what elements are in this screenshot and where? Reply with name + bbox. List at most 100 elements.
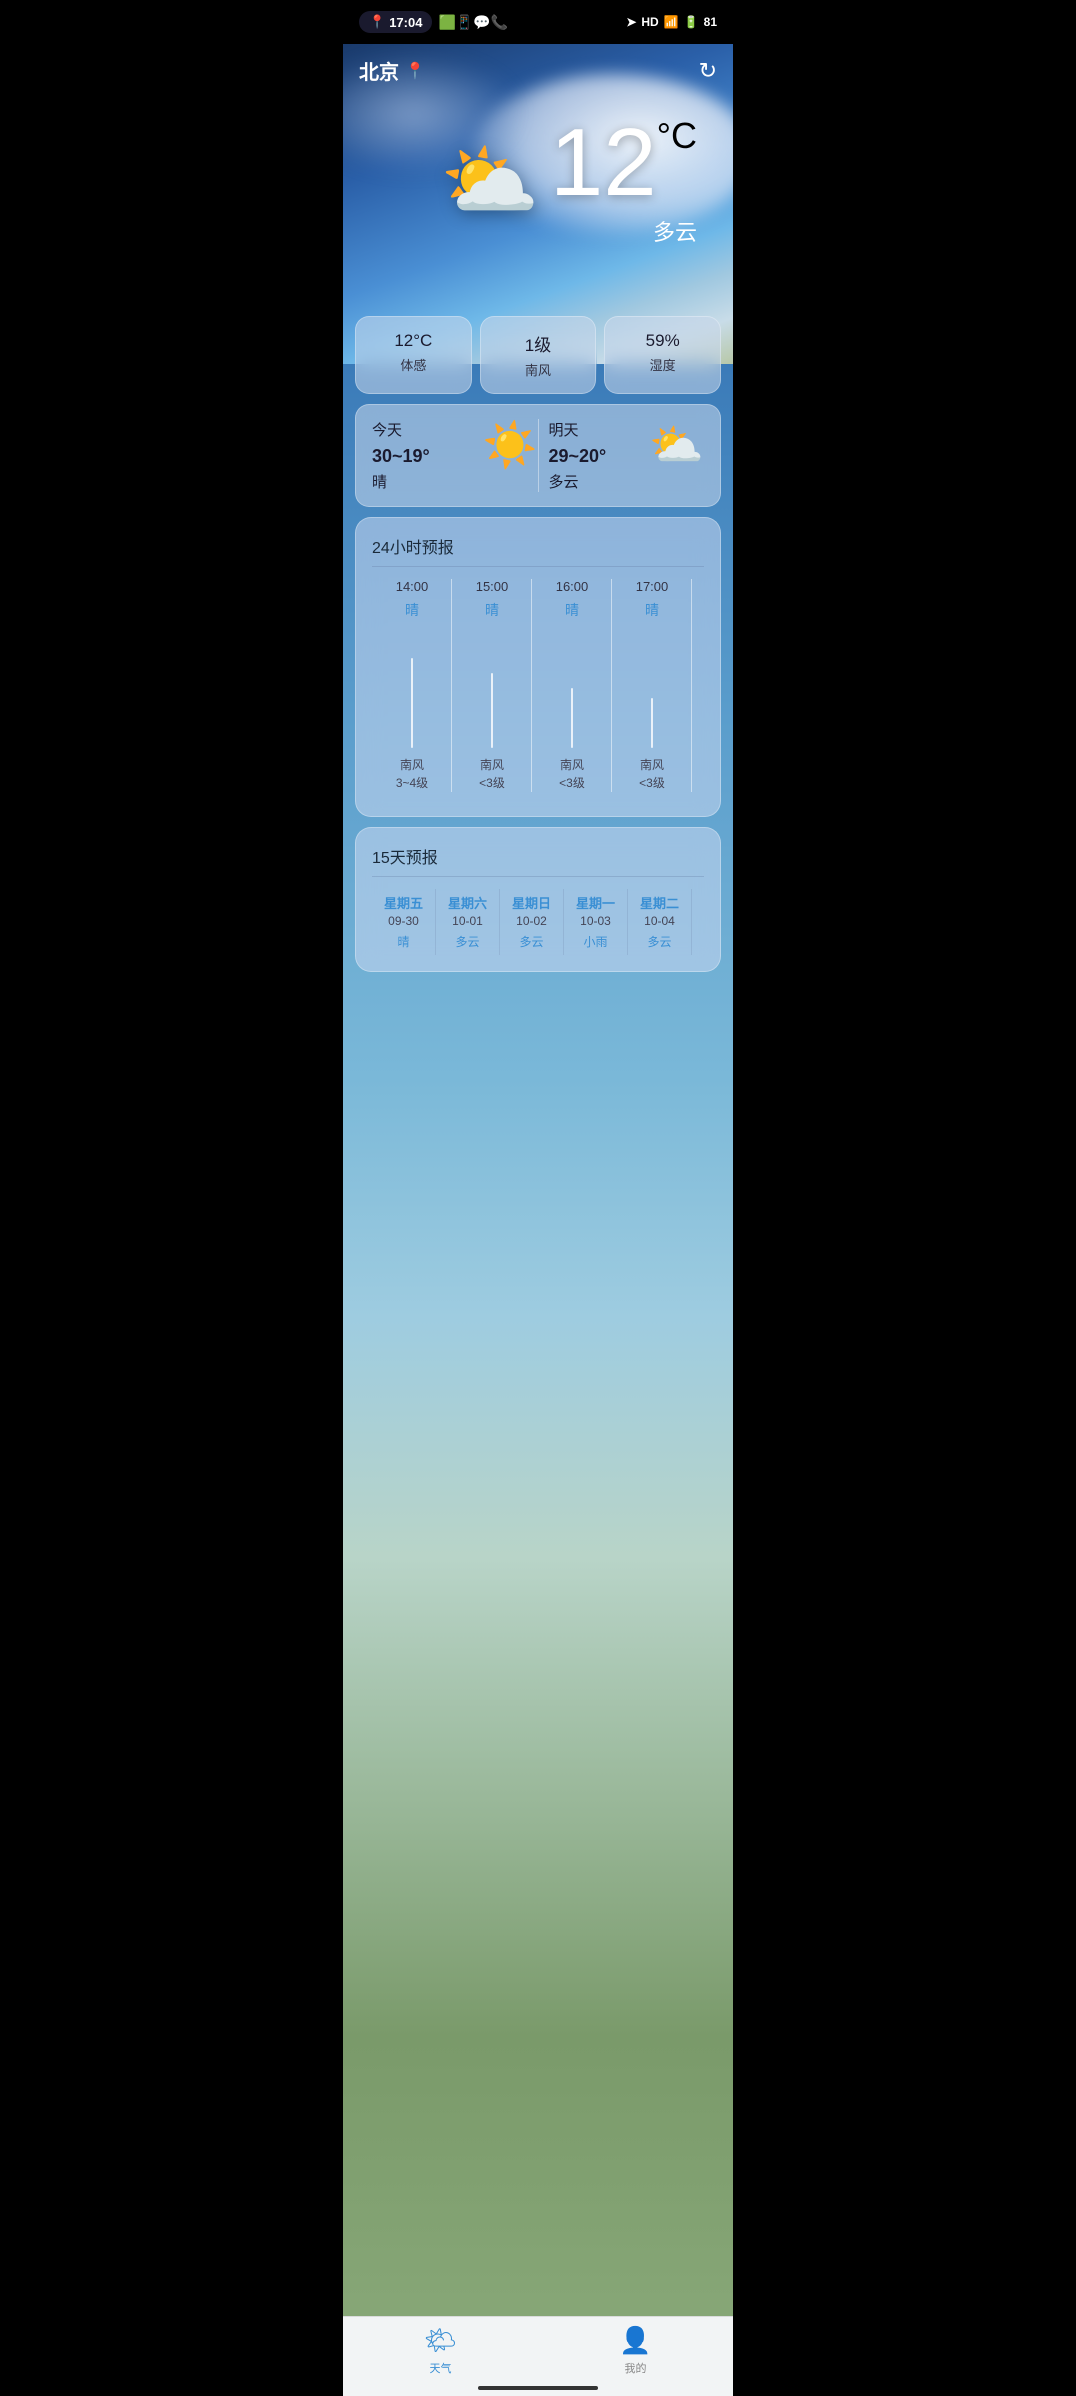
city-location-icon: 📍 (405, 61, 425, 81)
hour-bar (411, 658, 413, 748)
forecast-dow: 星期六 (448, 893, 487, 912)
forecast-col: 星期日 10-02 多云 (500, 889, 564, 955)
today-condition: 晴 (372, 471, 528, 492)
forecast-date: 10-02 (516, 914, 547, 928)
info-card-feels-like: 12°C 体感 (355, 316, 472, 394)
tomorrow-forecast: 明天 ⛅ 29~20° 多云 (549, 419, 705, 492)
humidity-value: 59% (613, 331, 712, 351)
tab-mine[interactable]: 👤 我的 (538, 2325, 733, 2376)
status-left: 📍 17:04 🟩📱💬📞 (359, 11, 508, 33)
temperature-value: 12 (550, 115, 657, 211)
hour-bar-area (651, 628, 653, 748)
forecast-condition: 多云 (455, 934, 479, 951)
hourly-scroll[interactable]: 14:00 晴 南风3~4级 15:00 晴 南风<3级 16:00 晴 南风<… (372, 579, 704, 800)
hour-time: 14:00 (396, 579, 429, 594)
feels-like-label: 体感 (364, 355, 463, 374)
forecast-date: 10-03 (580, 914, 611, 928)
forecast-col: 星期三 10-05 晴 (692, 889, 704, 955)
tab-bar: 🌤 天气 👤 我的 (343, 2316, 733, 2396)
forecast-condition: 小雨 (583, 934, 607, 951)
hourly-inner: 14:00 晴 南风3~4级 15:00 晴 南风<3级 16:00 晴 南风<… (372, 579, 704, 800)
hour-col: 18:00 晴 南风<3级 (692, 579, 704, 792)
tab-weather[interactable]: 🌤 天气 (343, 2325, 538, 2376)
tab-mine-label: 我的 (625, 2360, 647, 2376)
home-indicator (478, 2386, 598, 2390)
hour-time: 15:00 (476, 579, 509, 594)
hour-time: 16:00 (556, 579, 589, 594)
forecast-col: 星期二 10-04 多云 (628, 889, 692, 955)
forecast-condition: 晴 (397, 934, 409, 951)
hour-time: 17:00 (636, 579, 669, 594)
forecast15-scroll[interactable]: 星期五 09-30 晴 星期六 10-01 多云 星期日 10-02 多云 星期… (372, 889, 704, 955)
hour-condition: 晴 (485, 600, 499, 620)
weather-description: 多云 (550, 215, 697, 247)
page: 📍 17:04 🟩📱💬📞 ➤ HD 📶 🔋 81 北京 📍 ↻ ⛅ (343, 0, 733, 2396)
wind-value: 1级 (489, 331, 588, 356)
info-cards: 12°C 体感 1级 南风 59% 湿度 (355, 316, 721, 394)
hour-bar (571, 688, 573, 748)
navigation-icon: ➤ (626, 15, 636, 29)
main-weather-icon: ⛅ (440, 134, 540, 228)
info-card-humidity: 59% 湿度 (604, 316, 721, 394)
forecast-dow: 星期日 (512, 893, 551, 912)
forecast-date: 10-01 (452, 914, 483, 928)
hour-bar (491, 673, 493, 748)
temp-display: ⛅ 12 °C 多云 (359, 85, 717, 247)
signal-label: HD (641, 15, 658, 29)
forecast-date: 09-30 (388, 914, 419, 928)
location-dot: 📍 (369, 14, 385, 30)
hour-bar-area (571, 628, 573, 748)
hour-bar-area (491, 628, 493, 748)
info-section: 12°C 体感 1级 南风 59% 湿度 今天 ☀️ 30~19° 晴 明天 ⛅ (343, 304, 733, 507)
hour-bar (651, 698, 653, 748)
hour-col: 16:00 晴 南风<3级 (532, 579, 612, 792)
tab-mine-icon: 👤 (619, 2325, 651, 2356)
header-row: 北京 📍 ↻ (359, 56, 717, 85)
forecast15-title: 15天预报 (372, 844, 704, 877)
hour-wind: 南风<3级 (479, 756, 505, 792)
tab-weather-label: 天气 (430, 2360, 452, 2376)
forecast-condition: 多云 (647, 934, 671, 951)
forecast15-inner: 星期五 09-30 晴 星期六 10-01 多云 星期日 10-02 多云 星期… (372, 889, 704, 955)
hour-bar-area (411, 628, 413, 748)
hour-wind: 南风3~4级 (396, 756, 428, 792)
tab-weather-icon: 🌤 (424, 2325, 457, 2356)
status-time: 17:04 (389, 15, 422, 30)
hour-col: 17:00 晴 南风<3级 (612, 579, 692, 792)
forecast-dow: 星期五 (384, 893, 423, 912)
tomorrow-icon: ⛅ (649, 419, 704, 471)
forecast-col: 星期五 09-30 晴 (372, 889, 436, 955)
wifi-icon: 📶 (664, 15, 679, 29)
status-bar: 📍 17:04 🟩📱💬📞 ➤ HD 📶 🔋 81 (343, 0, 733, 44)
temperature-unit: °C (657, 115, 697, 157)
city-label: 北京 (359, 56, 399, 85)
wind-label: 南风 (489, 360, 588, 379)
forecast-condition: 多云 (519, 934, 543, 951)
hour-condition: 晴 (565, 600, 579, 620)
hour-col: 15:00 晴 南风<3级 (452, 579, 532, 792)
refresh-button[interactable]: ↻ (699, 58, 717, 84)
hour-condition: 晴 (405, 600, 419, 620)
feels-like-value: 12°C (364, 331, 463, 351)
forecast-col: 星期一 10-03 小雨 (564, 889, 628, 955)
battery-icon: 🔋 (684, 15, 699, 29)
tomorrow-condition: 多云 (549, 471, 705, 492)
today-icon: ☀️ (483, 419, 538, 471)
status-pill: 📍 17:04 (359, 11, 432, 33)
hour-col: 14:00 晴 南风3~4级 (372, 579, 452, 792)
status-icons-left: 🟩📱💬📞 (438, 14, 508, 31)
forecast-col: 星期六 10-01 多云 (436, 889, 500, 955)
city-name: 北京 📍 (359, 56, 425, 85)
forecast15-card: 15天预报 星期五 09-30 晴 星期六 10-01 多云 星期日 10-02… (355, 827, 721, 972)
today-tomorrow-card: 今天 ☀️ 30~19° 晴 明天 ⛅ 29~20° 多云 (355, 404, 721, 507)
forecast-date: 10-04 (644, 914, 675, 928)
forecast-dow: 星期一 (576, 893, 615, 912)
hourly-forecast-card: 24小时预报 14:00 晴 南风3~4级 15:00 晴 南风<3级 16:0… (355, 517, 721, 817)
today-forecast: 今天 ☀️ 30~19° 晴 (372, 419, 539, 492)
temp-right: 12 °C 多云 (550, 115, 697, 247)
forecast-dow: 星期二 (640, 893, 679, 912)
hour-wind: 南风<3级 (559, 756, 585, 792)
info-card-wind: 1级 南风 (480, 316, 597, 394)
hour-condition: 晴 (645, 600, 659, 620)
status-icons-right: ➤ HD 📶 🔋 81 (626, 15, 717, 29)
